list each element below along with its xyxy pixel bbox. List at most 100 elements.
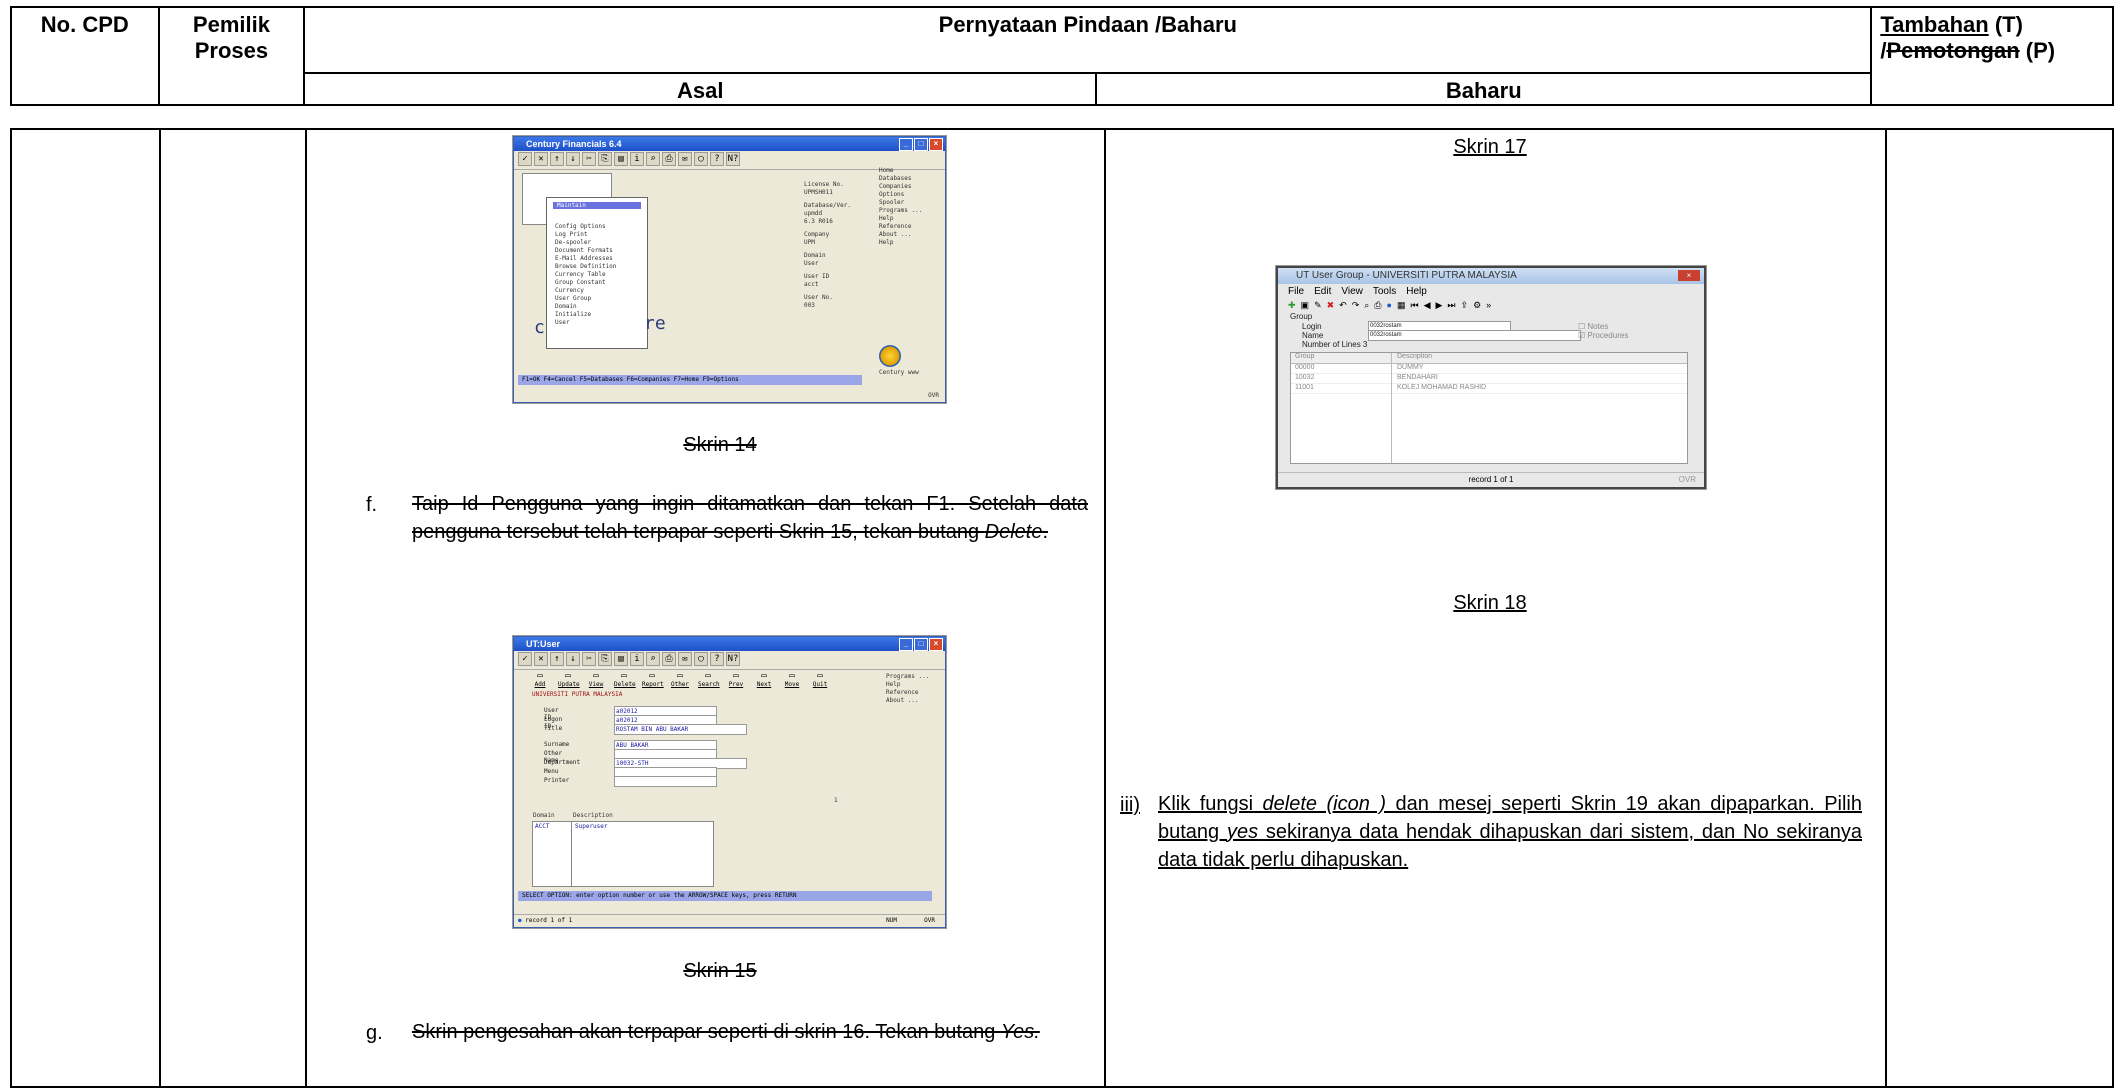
screen17-grid-header: Group Description bbox=[1291, 353, 1687, 364]
cross-icon: ✕ bbox=[534, 152, 548, 166]
step-g-text: Skrin pengesahan akan terpapar seperti d… bbox=[412, 1018, 1088, 1046]
toolbar-button-label: Other bbox=[670, 681, 690, 688]
screen14-side-menu-item: Home bbox=[879, 167, 894, 174]
screen14-menu-item: Group Constant bbox=[555, 279, 606, 286]
check-icon: ✓ bbox=[518, 652, 532, 666]
header-asal-label: Asal bbox=[677, 78, 724, 103]
screen15-side-menu-item: Help bbox=[886, 681, 901, 688]
screen15-grid-head-domain: Domain bbox=[533, 812, 555, 819]
screen14-right-field: Company bbox=[804, 231, 830, 238]
screen14-titlebar: Century Financials 6.4 _ □ × bbox=[514, 137, 945, 151]
body-tambahan-cell bbox=[1885, 128, 2114, 1088]
header-tambahan: Tambahan (T) /Pemotongan (P) bbox=[1870, 6, 2114, 106]
print-icon: ⎙ bbox=[662, 652, 676, 666]
last-icon: ⏭ bbox=[1447, 300, 1456, 310]
screen14-menu-item: Initialize bbox=[555, 311, 592, 318]
screen14-side-menu-item: Companies bbox=[879, 183, 912, 190]
export-icon: ⇪ bbox=[1460, 300, 1469, 310]
screen17-col-desc: Description bbox=[1397, 353, 1433, 360]
screen15-field-value bbox=[614, 776, 717, 787]
screen17-screenshot: UT User Group - UNIVERSITI PUTRA MALAYSI… bbox=[1276, 266, 1706, 489]
step-iii-number: iii) bbox=[1120, 794, 1140, 816]
step-f-period: . bbox=[1042, 521, 1048, 543]
screen14-menu-item: Domain bbox=[555, 303, 577, 310]
screen15-field-label: Department bbox=[544, 759, 581, 766]
screen14-menu-highlight: Maintain bbox=[553, 202, 641, 209]
body-pemilik-cell bbox=[158, 128, 308, 1088]
screen14-menu-item: De-spooler bbox=[555, 239, 592, 246]
screen15-statusbar: ● record 1 of 1 NUM OVR bbox=[514, 914, 945, 927]
screen17-row-group: 10032 bbox=[1295, 374, 1315, 381]
screen15-button-row: ▭ Add ▭ Update ▭ View ▭ Delete ▭ Report ▭ Other ▭ Sea… bbox=[530, 671, 830, 688]
screen15-toolbar-button: ▭ Next bbox=[754, 671, 774, 688]
screen14-logo-c: c bbox=[534, 317, 545, 338]
toolbar-button-label: Prev bbox=[728, 681, 744, 688]
delete-icon: ✖ bbox=[1326, 300, 1335, 310]
century-globe-icon bbox=[879, 345, 901, 367]
next-icon: ▶ bbox=[1435, 300, 1443, 310]
screen15-grid-divider bbox=[571, 822, 572, 886]
toolbar-button-icon: ▭ bbox=[621, 671, 627, 681]
step-iii-text-a: Klik fungsi bbox=[1158, 793, 1263, 815]
screen15-toolbar-button: ▭ Search bbox=[698, 671, 720, 688]
screen17-grid-rows: 00000 DUMMY 10032 BENDAHARI 11001 KOLEJ MOHAM… bbox=[1291, 364, 1687, 394]
header-baharu-label: Baharu bbox=[1445, 78, 1522, 103]
screen14-menu-item: User bbox=[555, 319, 570, 326]
screen15-field-label: Title bbox=[544, 725, 563, 732]
add-icon: ✚ bbox=[1288, 300, 1296, 310]
screen15-side-menu-item: About ... bbox=[886, 697, 919, 704]
header-asal: Asal bbox=[303, 72, 1098, 106]
screen14-logo-re: re bbox=[644, 313, 666, 334]
toolbar-button-icon: ▭ bbox=[593, 671, 599, 681]
screen17-group-grid: Group Description 00000 DUMMY 10032 BENDAHA… bbox=[1290, 352, 1688, 464]
minimize-icon: _ bbox=[899, 138, 913, 151]
screen14-menu-item: User Group bbox=[555, 295, 592, 302]
screen14-right-field: User No. bbox=[804, 294, 833, 301]
maximize-icon: □ bbox=[914, 138, 928, 151]
screen15-toolbar-button: ▭ Add bbox=[530, 671, 550, 688]
screen14-menu-item: Browse Definition bbox=[555, 263, 617, 270]
screen14-menu-item: Currency Table bbox=[555, 271, 606, 278]
mail-icon: ✉ bbox=[678, 152, 692, 166]
toolbar-button-label: Search bbox=[698, 681, 720, 688]
screen17-toolbar: ✚ ▣ ✎ ✖ ↶ ↷ ⌕ ⎙ ● ▦ ⏮ ◀ ▶ ⏭ ⇪ ⚙ » bbox=[1278, 299, 1704, 312]
close-icon: × bbox=[929, 138, 943, 151]
screen14-popup-menu: Maintain Config Options Log Print De-spool… bbox=[546, 197, 648, 349]
screen15-side-menu: Programs ... Help Reference About ... bbox=[886, 673, 942, 705]
screen17-menu-item: View bbox=[1341, 286, 1363, 297]
screen14-side-menu-item: Options bbox=[879, 191, 905, 198]
screen14-right-field: acct bbox=[804, 281, 819, 288]
screen17-group-label: Group bbox=[1290, 312, 1313, 321]
screen15-toolbar-button: ▭ Quit bbox=[810, 671, 830, 688]
screen17-menu-item: File bbox=[1288, 286, 1305, 297]
step-iii-text-c: sekiranya data hendak dihapuskan dari si… bbox=[1158, 821, 1863, 871]
toolbar-button-label: Next bbox=[756, 681, 772, 688]
step-iii-yes: yes bbox=[1226, 821, 1259, 843]
screen17-notes-label: Notes bbox=[1587, 322, 1609, 331]
caption-skrin-17: Skrin 17 bbox=[1453, 136, 1527, 158]
screen17-row-group: 00000 bbox=[1295, 364, 1315, 371]
screen17-statusbar: record 1 of 1 OVR bbox=[1278, 472, 1704, 487]
screen15-window-controls: _ □ × bbox=[899, 638, 943, 651]
screen14-side-menu-item: Spooler bbox=[879, 199, 905, 206]
screen15-domain-grid: Domain Description ACCT Superuser bbox=[532, 812, 714, 887]
header-pemotongan-suffix: (P) bbox=[2019, 38, 2056, 63]
screen17-col-group: Group bbox=[1295, 353, 1315, 360]
screen15-toolbar-button: ▭ View bbox=[586, 671, 606, 688]
header-tambahan-suffix: (T) bbox=[1988, 12, 2023, 37]
screen14-menu-item: Config Options bbox=[555, 223, 606, 230]
screen14-right-field: UPM bbox=[804, 239, 815, 246]
header-table: No. CPD Pemilik Proses Pernyataan Pindaa… bbox=[10, 6, 2114, 106]
screen17-titlebar: UT User Group - UNIVERSITI PUTRA MALAYSI… bbox=[1278, 268, 1704, 284]
screen15-title: UT:User bbox=[526, 639, 561, 649]
screen15-toolbar: ✓ ✕ ↑ ↓ ✂ ⎘ ▤ i ⌕ ⎙ ✉ ◯? N? bbox=[514, 651, 945, 670]
screen14-right-field: License No. bbox=[804, 181, 844, 188]
chat-icon: ◯ bbox=[694, 652, 708, 666]
step-f-delete: Delete bbox=[984, 521, 1043, 543]
screen14-side-menu-item: Help bbox=[879, 239, 894, 246]
header-pemotongan-label: Pemotongan bbox=[1886, 38, 2020, 63]
step-f-number: f. bbox=[366, 494, 378, 516]
screen15-screenshot: UT:User _ □ × ✓ ✕ ↑ ↓ ✂ ⎘ ▤ i ⌕ ⎙ ✉ ◯? N? ▭ Add ▭ Update ▭… bbox=[513, 636, 946, 928]
screen14-title: Century Financials 6.4 bbox=[526, 139, 622, 149]
screen17-row-group: 11001 bbox=[1295, 384, 1314, 391]
